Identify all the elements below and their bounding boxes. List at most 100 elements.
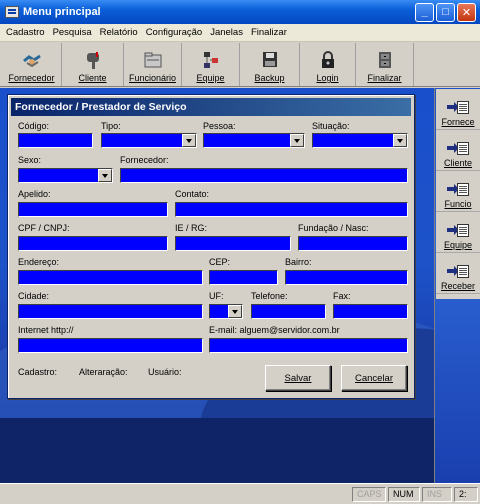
side-funcionario-label: Funcio <box>444 199 472 209</box>
contato-label: Contato: <box>175 189 210 199</box>
ie-rg-field[interactable] <box>175 236 291 251</box>
toolbar-backup-label: Backup <box>254 73 285 83</box>
toolbar-login-label: Login <box>316 73 339 83</box>
toolbar-cliente-button[interactable]: Cliente <box>62 43 124 86</box>
window-title: Menu principal <box>23 6 101 18</box>
floppy-icon <box>260 51 280 69</box>
open-form-icon <box>447 265 469 278</box>
situacao-select[interactable] <box>312 133 408 148</box>
side-cliente-button[interactable]: Cliente <box>436 130 480 171</box>
email-field[interactable] <box>209 338 408 353</box>
chevron-down-icon[interactable] <box>98 169 112 182</box>
fundacao-label: Fundação / Nasc: <box>298 223 369 233</box>
side-receber-label: Receber <box>440 281 476 291</box>
sexo-select[interactable] <box>18 168 113 183</box>
telefone-field[interactable] <box>251 304 326 319</box>
endereco-label: Endereço: <box>18 257 60 267</box>
close-button[interactable]: ✕ <box>457 2 476 22</box>
status-caps: CAPS <box>352 486 386 502</box>
internet-field[interactable] <box>18 338 203 353</box>
codigo-field[interactable] <box>18 133 93 148</box>
handshake-icon <box>22 51 42 69</box>
cidade-label: Cidade: <box>18 291 50 301</box>
bairro-label: Bairro: <box>285 257 312 267</box>
cep-field[interactable] <box>209 270 278 285</box>
email-label: E-mail: alguem@servidor.com.br <box>209 325 340 335</box>
chevron-down-icon[interactable] <box>228 305 242 318</box>
status-num: NUM <box>388 486 420 502</box>
alteracao-label: Alteraração: <box>79 367 128 377</box>
window-titlebar: Menu principal _ □ ✕ <box>0 0 480 24</box>
toolbar-finalizar-label: Finalizar <box>367 73 402 83</box>
open-form-icon <box>447 142 469 155</box>
menu-cadastro[interactable]: Cadastro <box>2 27 49 38</box>
fundacao-field[interactable] <box>298 236 408 251</box>
status-ins: INS <box>422 486 452 502</box>
fax-label: Fax: <box>333 291 351 301</box>
toolbar-equipe-button[interactable]: Equipe <box>182 43 240 86</box>
menu-pesquisa[interactable]: Pesquisa <box>49 27 96 38</box>
mailbox-icon <box>83 51 103 69</box>
contato-field[interactable] <box>175 202 408 217</box>
toolbar-funcionario-label: Funcionário <box>128 73 177 83</box>
endereco-field[interactable] <box>18 270 203 285</box>
toolbar-fornecedor-label: Fornecedor <box>8 73 55 83</box>
dialog-title: Fornecedor / Prestador de Serviço <box>11 98 411 116</box>
chevron-down-icon[interactable] <box>393 134 407 147</box>
app-icon <box>5 6 19 18</box>
menu-janelas[interactable]: Janelas <box>206 27 247 38</box>
cpf-cnpj-field[interactable] <box>18 236 168 251</box>
pessoa-select[interactable] <box>203 133 305 148</box>
cep-label: CEP: <box>209 257 231 267</box>
menu-bar: Cadastro Pesquisa Relatório Configuração… <box>0 24 480 42</box>
side-equipe-button[interactable]: Equipe <box>436 212 480 253</box>
side-fornecedor-button[interactable]: Fornece <box>436 89 480 130</box>
status-bar: CAPS NUM INS 2: <box>0 483 480 504</box>
cidade-field[interactable] <box>18 304 203 319</box>
usuario-label: Usuário: <box>148 367 182 377</box>
apelido-label: Apelido: <box>18 189 51 199</box>
lock-icon <box>318 51 338 69</box>
fornecedor-field[interactable] <box>120 168 408 183</box>
uf-select[interactable] <box>209 304 243 319</box>
side-receber-button[interactable]: Receber <box>436 253 480 294</box>
cadastro-label: Cadastro: <box>18 367 58 377</box>
fornecedor-dialog: Fornecedor / Prestador de Serviço Código… <box>7 94 415 399</box>
folder-icon <box>143 51 163 69</box>
pessoa-label: Pessoa: <box>203 121 236 131</box>
telefone-label: Telefone: <box>251 291 288 301</box>
menu-configuracao[interactable]: Configuração <box>142 27 207 38</box>
ie-rg-label: IE / RG: <box>175 223 208 233</box>
menu-relatorio[interactable]: Relatório <box>96 27 142 38</box>
open-form-icon <box>447 224 469 237</box>
cancel-button[interactable]: Cancelar <box>341 365 407 391</box>
tipo-select[interactable] <box>101 133 197 148</box>
open-form-icon <box>447 183 469 196</box>
bairro-field[interactable] <box>285 270 408 285</box>
toolbar-backup-button[interactable]: Backup <box>240 43 300 86</box>
minimize-button[interactable]: _ <box>415 2 434 22</box>
save-button[interactable]: Salvar <box>265 365 331 391</box>
tipo-label: Tipo: <box>101 121 121 131</box>
toolbar-login-button[interactable]: Login <box>300 43 356 86</box>
toolbar-cliente-label: Cliente <box>78 73 107 83</box>
menu-finalizar[interactable]: Finalizar <box>247 27 291 38</box>
side-equipe-label: Equipe <box>443 240 473 250</box>
cpf-cnpj-label: CPF / CNPJ: <box>18 223 70 233</box>
chevron-down-icon[interactable] <box>182 134 196 147</box>
cabinet-icon <box>375 51 395 69</box>
fornecedor-label: Fornecedor: <box>120 155 169 165</box>
chevron-down-icon[interactable] <box>290 134 304 147</box>
maximize-button[interactable]: □ <box>436 2 455 22</box>
apelido-field[interactable] <box>18 202 168 217</box>
toolbar-finalizar-button[interactable]: Finalizar <box>356 43 414 86</box>
toolbar-funcionario-button[interactable]: Funcionário <box>124 43 182 86</box>
toolbar-fornecedor-button[interactable]: Fornecedor <box>2 43 62 86</box>
side-fornecedor-label: Fornece <box>441 117 475 127</box>
open-form-icon <box>447 101 469 114</box>
side-cliente-label: Cliente <box>443 158 472 168</box>
situacao-label: Situação: <box>312 121 350 131</box>
toolbar: Fornecedor Cliente Funcionário Equipe Ba… <box>0 42 480 87</box>
fax-field[interactable] <box>333 304 408 319</box>
side-funcionario-button[interactable]: Funcio <box>436 171 480 212</box>
